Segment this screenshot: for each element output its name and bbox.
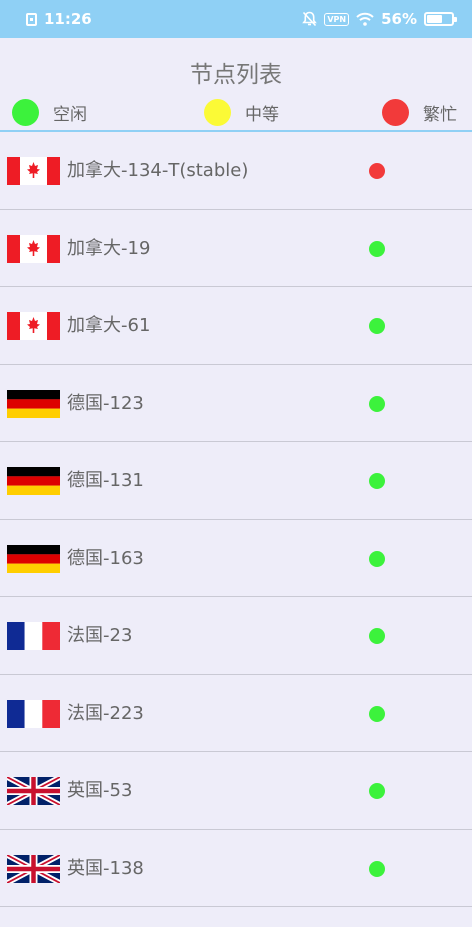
- status-time: 11:26: [44, 10, 92, 28]
- vpn-badge: VPN: [324, 12, 350, 26]
- node-row[interactable]: 德国-123: [0, 365, 472, 442]
- node-name: 加拿大-19: [67, 237, 151, 259]
- node-name: 法国-23: [67, 625, 133, 646]
- node-name: 德国-123: [67, 392, 144, 414]
- node-list: 加拿大-134-T(stable) 加拿大-19 加拿大-61 德国-123 德国-13…: [0, 132, 472, 907]
- canada-flag-icon: [7, 312, 60, 340]
- node-row[interactable]: 英国-138: [0, 830, 472, 907]
- status-bar: 11:26 VPN 56%: [0, 0, 472, 38]
- node-status-dot: [369, 473, 385, 489]
- legend-medium-dot: [204, 99, 231, 126]
- node-row[interactable]: 德国-131: [0, 442, 472, 520]
- node-status-dot: [369, 163, 385, 179]
- node-status-dot: [369, 318, 385, 334]
- node-name: 加拿大-134-T(stable): [67, 160, 249, 181]
- node-name: 德国-131: [67, 470, 144, 491]
- legend-idle: 空闲: [12, 99, 87, 126]
- battery-percent: 56%: [381, 10, 417, 28]
- legend-busy-dot: [382, 99, 409, 126]
- legend-idle-label: 空闲: [53, 105, 87, 125]
- uk-flag-icon: [7, 777, 60, 805]
- wifi-icon: [356, 12, 374, 26]
- legend-idle-dot: [12, 99, 39, 126]
- legend-medium: 中等: [204, 99, 279, 126]
- node-name: 加拿大-61: [67, 315, 151, 336]
- node-name: 德国-163: [67, 547, 144, 569]
- node-row[interactable]: 法国-23: [0, 597, 472, 675]
- uk-flag-icon: [7, 854, 60, 883]
- node-name: 英国-138: [67, 857, 144, 879]
- legend-busy: 繁忙: [382, 99, 457, 126]
- germany-flag-icon: [7, 389, 60, 418]
- legend-medium-label: 中等: [245, 105, 279, 125]
- node-row[interactable]: 法国-223: [0, 675, 472, 752]
- bell-off-icon: [302, 11, 318, 27]
- node-status-dot: [369, 240, 385, 257]
- france-flag-icon: [7, 622, 60, 650]
- node-status-dot: [369, 783, 385, 799]
- document-notification-icon: [26, 12, 37, 26]
- legend-busy-label: 繁忙: [423, 105, 457, 125]
- header: 节点列表 空闲 中等 繁忙: [0, 38, 472, 132]
- node-status-dot: [369, 860, 385, 877]
- node-row[interactable]: 德国-163: [0, 520, 472, 597]
- canada-flag-icon: [7, 157, 60, 185]
- node-name: 英国-53: [67, 780, 133, 801]
- germany-flag-icon: [7, 544, 60, 573]
- battery-level: [427, 15, 442, 23]
- node-row[interactable]: 英国-53: [0, 752, 472, 830]
- germany-flag-icon: [7, 467, 60, 495]
- node-status-dot: [369, 395, 385, 412]
- page-title: 节点列表: [190, 62, 282, 88]
- canada-flag-icon: [7, 234, 60, 263]
- node-name: 法国-223: [67, 702, 144, 724]
- node-status-dot: [369, 705, 385, 722]
- node-row[interactable]: 加拿大-61: [0, 287, 472, 365]
- node-row[interactable]: 加拿大-19: [0, 210, 472, 287]
- node-row[interactable]: 加拿大-134-T(stable): [0, 132, 472, 210]
- node-status-dot: [369, 628, 385, 644]
- battery-icon: [424, 12, 457, 26]
- node-status-dot: [369, 550, 385, 567]
- france-flag-icon: [7, 699, 60, 728]
